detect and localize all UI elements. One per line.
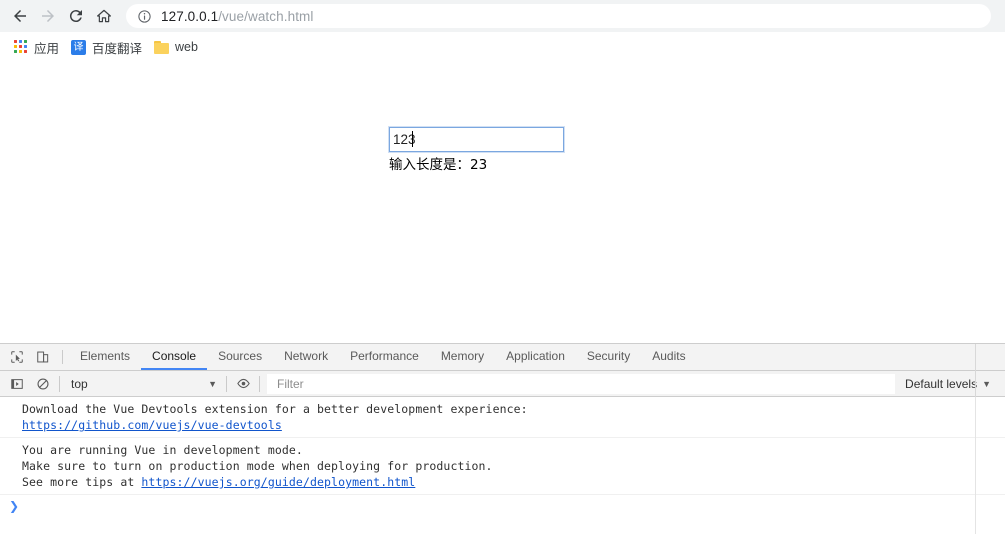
home-button[interactable] [90,2,118,30]
back-arrow-icon [14,10,26,22]
bookmark-web-folder-label: web [175,40,198,54]
console-toolbar-divider-2 [226,375,227,392]
console-message-line: Download the Vue Devtools extension for … [22,402,528,416]
bookmark-web-folder[interactable]: web [150,36,206,58]
tab-application[interactable]: Application [495,344,576,370]
device-toolbar-icon [37,351,49,363]
tab-network[interactable]: Network [273,344,339,370]
clear-console-button[interactable] [30,372,56,396]
console-toolbar-divider-3 [259,375,260,392]
chevron-down-icon-levels: ▼ [982,378,991,389]
clear-console-icon [37,377,49,390]
home-icon [97,9,111,23]
console-output[interactable]: Download the Vue Devtools extension for … [0,397,1005,534]
baidu-translate-icon: 译 [71,39,87,55]
console-prompt[interactable]: ❯ [0,495,1005,517]
tab-console[interactable]: Console [141,344,208,370]
devtools-panel: Elements Console Sources Network Perform… [0,343,1005,534]
bookmark-apps[interactable]: 应用 [10,36,67,58]
execution-context-value: top [71,376,88,391]
console-toolbar-divider-1 [59,375,60,392]
device-toolbar-button[interactable] [30,344,56,370]
console-sidebar-button[interactable] [4,372,30,396]
address-bar[interactable]: 127.0.0.1/vue/watch.html [126,4,991,28]
info-circle-icon[interactable] [136,8,152,24]
tab-memory[interactable]: Memory [430,344,495,370]
prompt-arrow-icon: ❯ [9,499,20,513]
console-toolbar: top ▼ Default levels ▼ [0,371,1005,397]
apps-grid-icon [14,40,28,54]
tabbar-right-edge [975,344,976,371]
browser-toolbar: 127.0.0.1/vue/watch.html [0,0,1005,32]
console-sidebar-icon [11,378,23,389]
reload-icon [69,10,82,23]
console-message-line: Make sure to turn on production mode whe… [22,459,493,473]
folder-icon [154,40,170,54]
console-scrollbar-edge [975,397,976,534]
bookmark-apps-label: 应用 [34,41,60,56]
reload-button[interactable] [62,2,90,30]
tab-performance[interactable]: Performance [339,344,430,370]
tab-audits[interactable]: Audits [641,344,696,370]
back-button[interactable] [6,2,34,30]
input-length-text: 输入长度是：23 [389,157,488,173]
tab-elements[interactable]: Elements [69,344,141,370]
text-cursor [412,131,413,147]
console-message: You are running Vue in development mode.… [0,438,1005,495]
address-bar-path: /vue/watch.html [218,8,314,24]
console-filter-input[interactable] [267,373,896,394]
tab-sources[interactable]: Sources [207,344,273,370]
console-message-line-prefix: See more tips at [22,475,142,489]
address-bar-host: 127.0.0.1 [161,8,219,24]
chevron-down-icon: ▼ [208,378,217,389]
vue-devtools-link[interactable]: https://github.com/vuejs/vue-devtools [22,418,282,432]
forward-arrow-icon [42,10,54,22]
bookmarks-bar: 应用 译 百度翻译 web [0,32,1005,62]
forward-button[interactable] [34,2,62,30]
inspect-element-icon [11,351,23,363]
console-message: Download the Vue Devtools extension for … [0,397,1005,438]
bookmark-baidu-translate[interactable]: 译 百度翻译 [67,36,150,58]
address-bar-url: 127.0.0.1/vue/watch.html [161,9,314,24]
page-viewport: 输入长度是：23 [0,62,1005,343]
log-levels-label: Default levels [905,376,978,391]
console-message-line: You are running Vue in development mode. [22,443,303,457]
bookmark-baidu-translate-label: 百度翻译 [92,41,143,56]
execution-context-select[interactable]: top ▼ [63,374,223,394]
text-input[interactable] [388,126,565,153]
consolebar-right-edge [975,371,976,397]
log-levels-select[interactable]: Default levels ▼ [895,377,1005,391]
devtools-tabbar: Elements Console Sources Network Perform… [0,344,1005,371]
inspect-element-button[interactable] [4,344,30,370]
eye-icon [236,378,250,389]
vue-deployment-link[interactable]: https://vuejs.org/guide/deployment.html [141,475,415,489]
live-expression-button[interactable] [230,372,256,396]
tab-security[interactable]: Security [576,344,641,370]
toolbar-divider [62,350,63,364]
